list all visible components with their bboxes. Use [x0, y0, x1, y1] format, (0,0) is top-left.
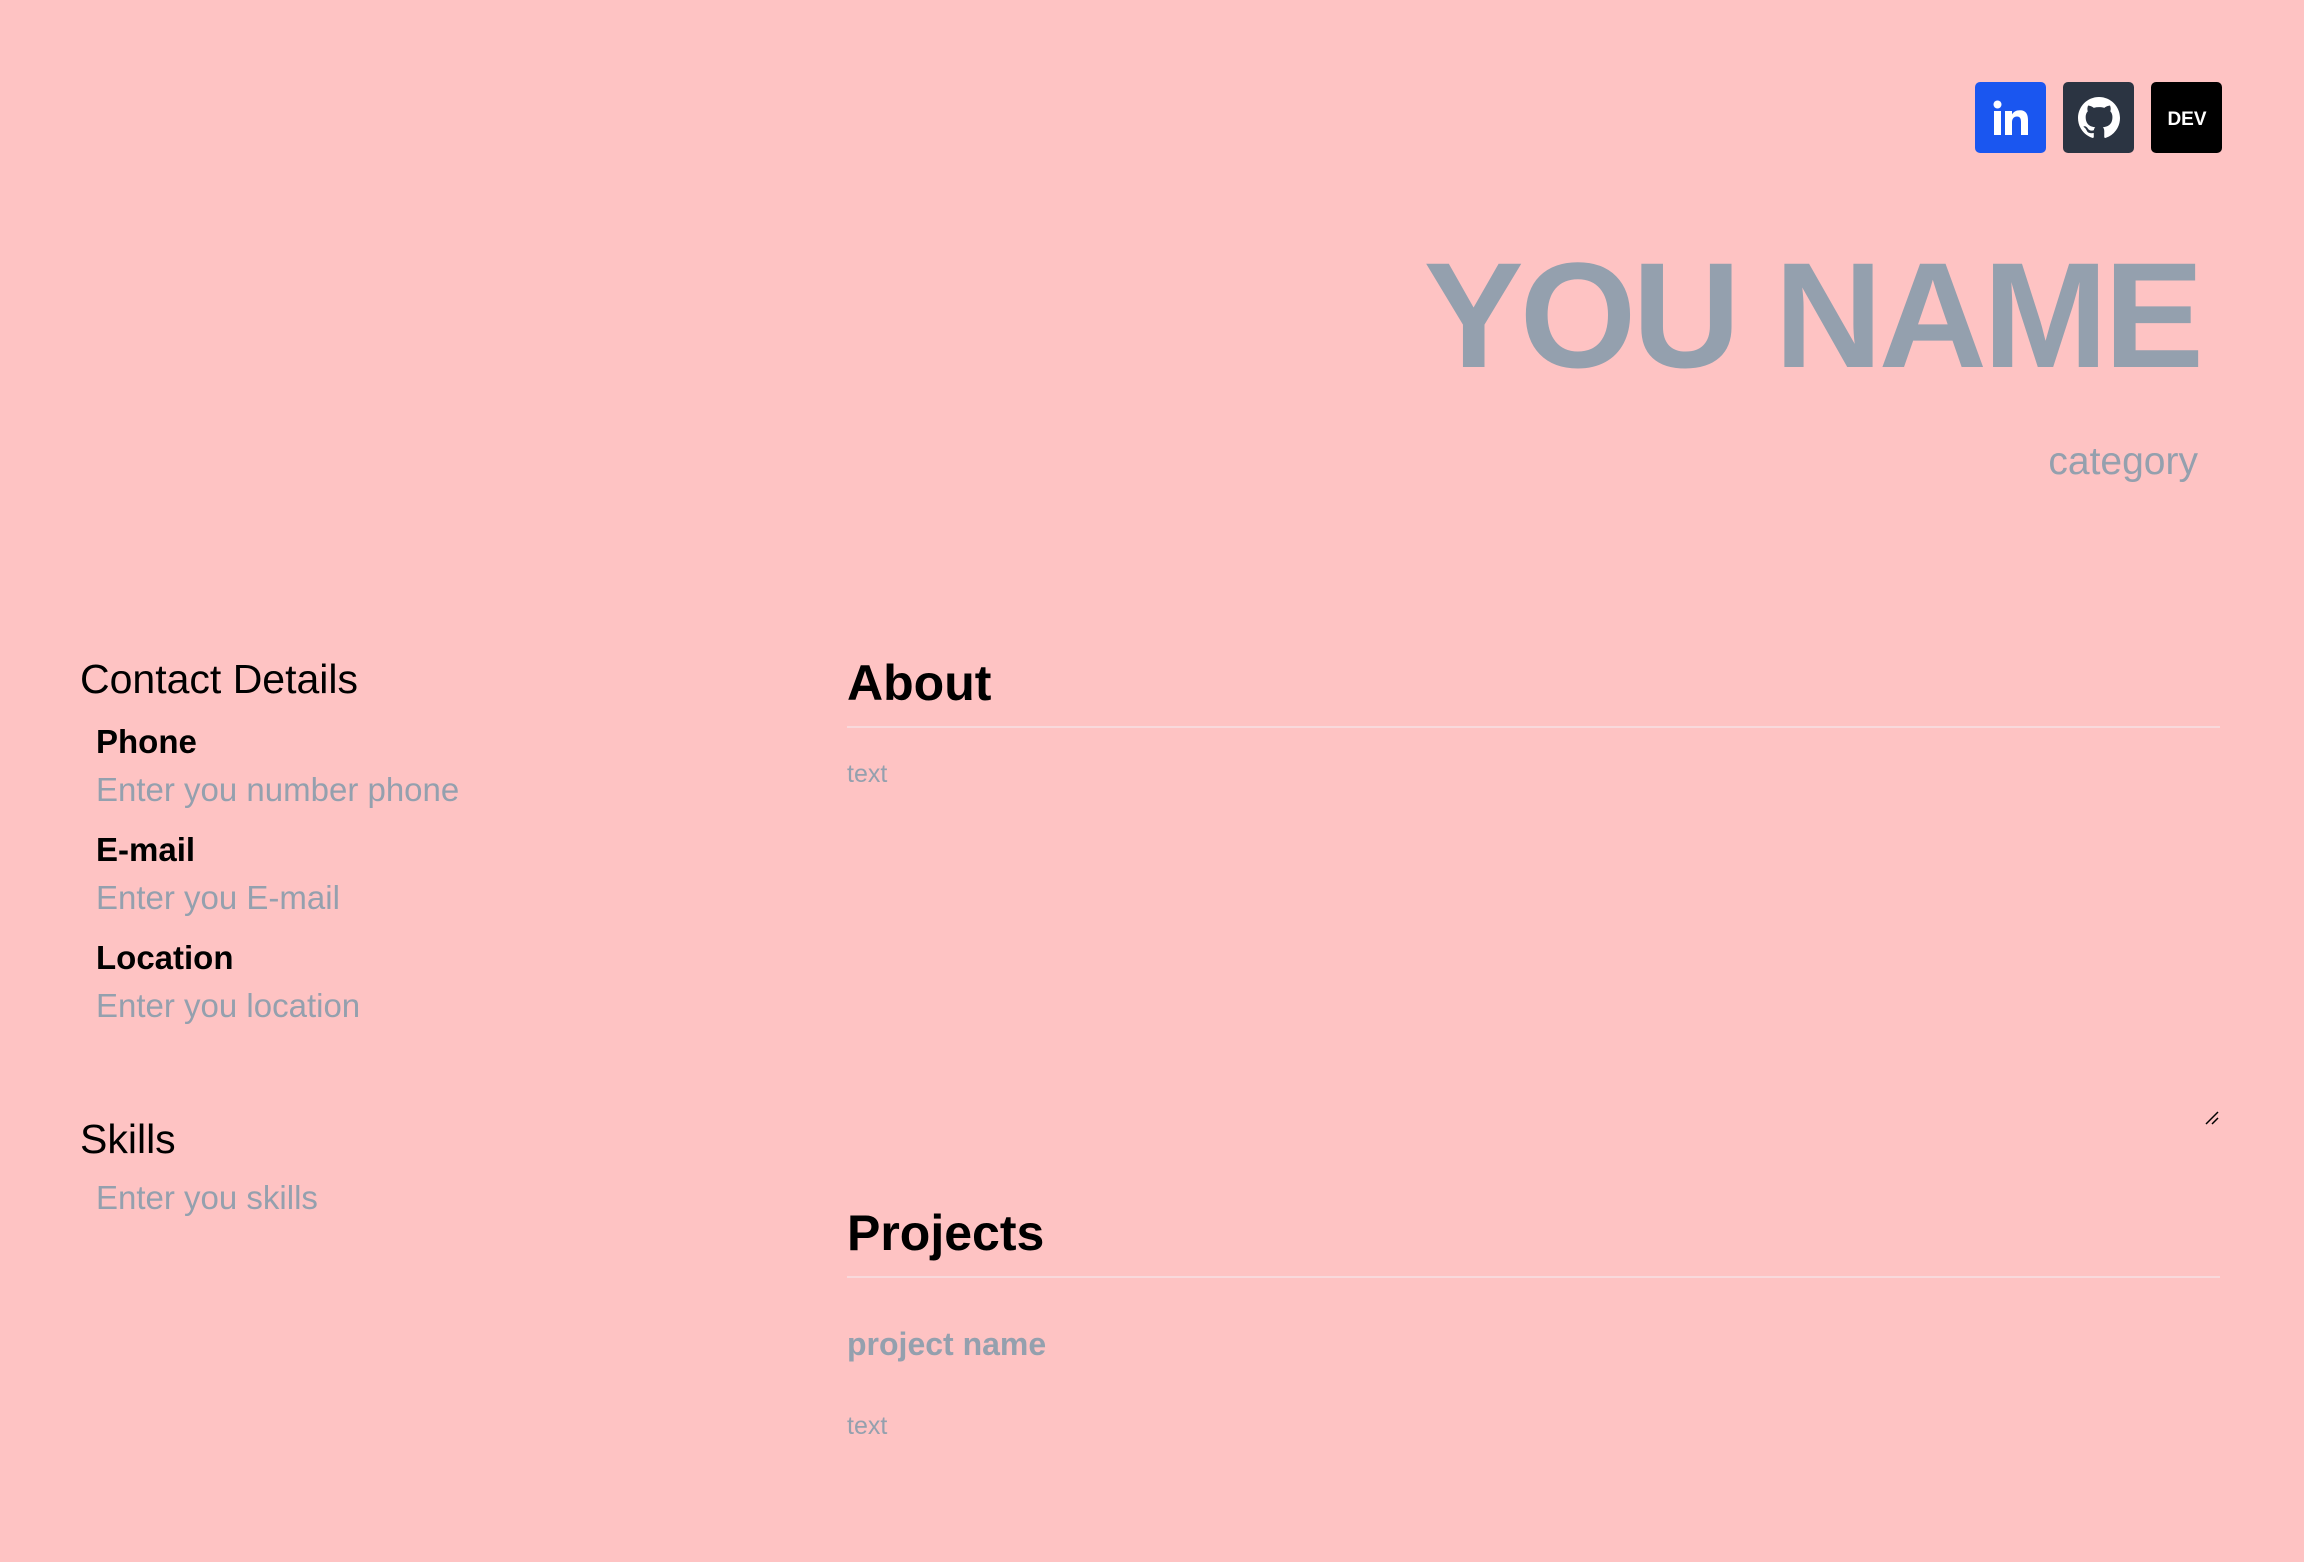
project-item: project name text — [847, 1324, 2220, 1441]
dev-icon-label: DEV — [2167, 109, 2206, 130]
about-section: About text — [847, 650, 2220, 1125]
github-icon — [2077, 96, 2120, 139]
contact-details-title: Contact Details — [80, 656, 359, 702]
dev-icon: DEV — [2164, 103, 2210, 133]
right-column: About text Projects project name text — [847, 650, 2220, 1441]
resize-handle-icon[interactable] — [2204, 1104, 2220, 1125]
about-title: About — [847, 655, 992, 711]
linkedin-icon — [1991, 98, 2031, 138]
phone-label: Phone — [96, 723, 197, 760]
phone-field[interactable]: Enter you number phone — [96, 768, 780, 812]
linkedin-button[interactable] — [1975, 82, 2046, 153]
social-links: DEV — [1975, 82, 2222, 153]
left-column: Contact Details Phone Enter you number p… — [80, 650, 780, 1220]
location-label: Location — [96, 939, 234, 976]
about-text: text — [847, 760, 888, 788]
projects-title: Projects — [847, 1205, 1045, 1261]
dev-button[interactable]: DEV — [2151, 82, 2222, 153]
project-text-field[interactable]: text — [847, 1412, 2220, 1441]
name-heading[interactable]: YOU NAME — [1424, 230, 2204, 400]
projects-section: Projects project name text — [847, 1200, 2220, 1441]
category-field[interactable]: category — [2048, 440, 2198, 484]
skills-title: Skills — [80, 1116, 176, 1162]
resume-page: DEV YOU NAME category Contact Details Ph… — [0, 0, 2304, 1562]
location-field[interactable]: Enter you location — [96, 984, 780, 1028]
github-button[interactable] — [2063, 82, 2134, 153]
projects-divider — [847, 1276, 2220, 1278]
email-field[interactable]: Enter you E-mail — [96, 876, 780, 920]
skills-field[interactable]: Enter you skills — [96, 1176, 780, 1220]
about-textarea[interactable]: text — [847, 760, 2220, 1125]
project-name-field[interactable]: project name — [847, 1324, 2220, 1364]
about-divider — [847, 726, 2220, 728]
email-label: E-mail — [96, 831, 196, 868]
